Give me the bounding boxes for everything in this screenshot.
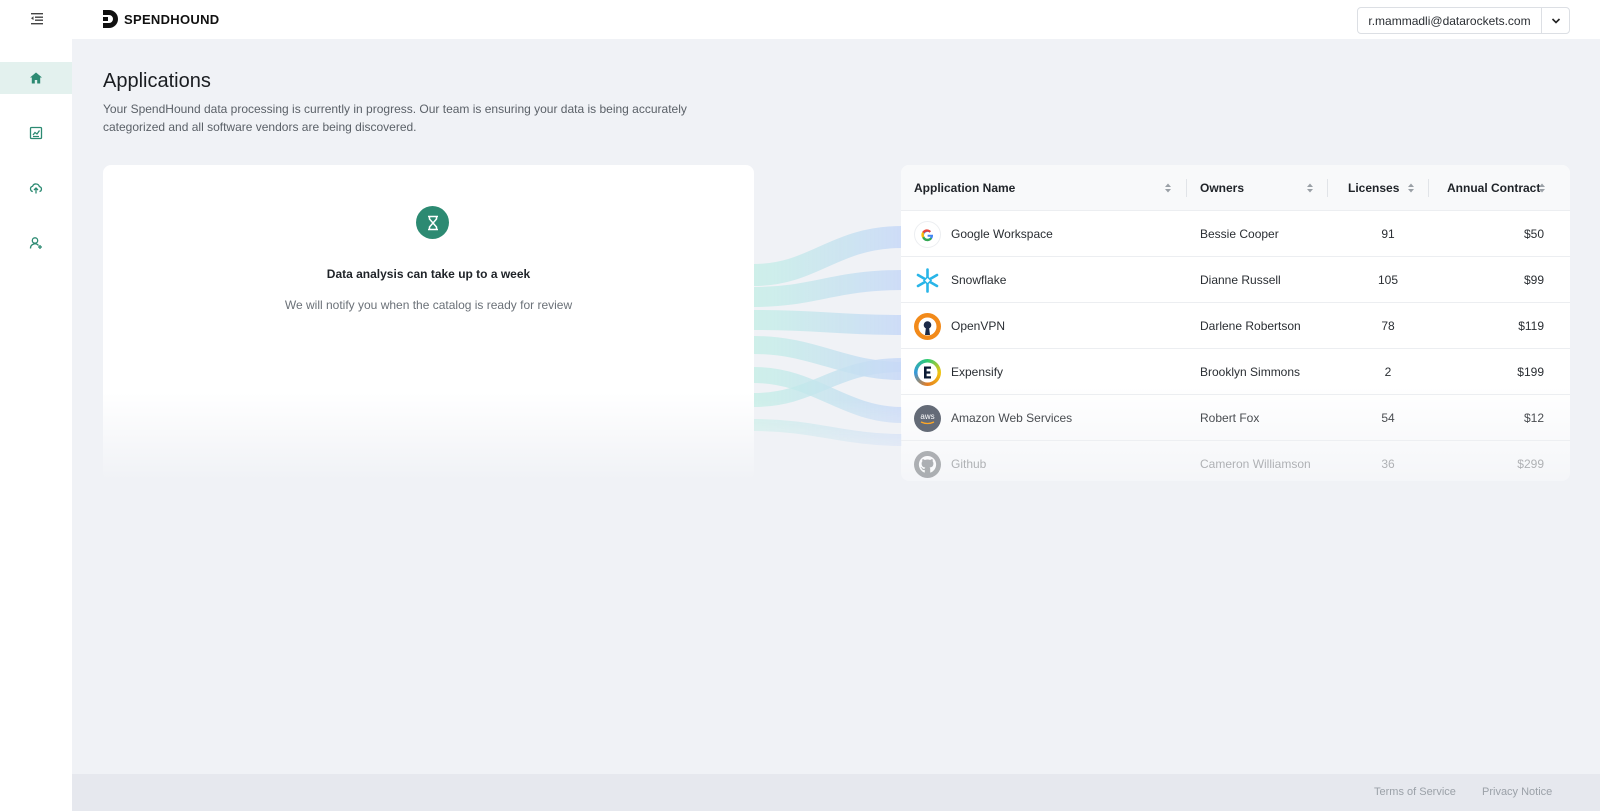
snowflake-logo-icon: [914, 267, 941, 294]
chevron-down-icon[interactable]: [1542, 8, 1569, 33]
page-title: Applications: [103, 70, 211, 92]
data-flow-graphic: [754, 226, 902, 446]
column-header-owners[interactable]: Owners: [1200, 165, 1244, 211]
table-row[interactable]: Google Workspace Bessie Cooper 91 $50: [901, 211, 1570, 257]
github-logo-icon: [914, 451, 941, 478]
owner-name: Dianne Russell: [1200, 273, 1281, 287]
app-name: Amazon Web Services: [951, 411, 1073, 425]
table-row[interactable]: OpenVPN Darlene Robertson 78 $119: [901, 303, 1570, 349]
licenses-count: 2: [1384, 365, 1392, 379]
home-icon: [30, 72, 42, 84]
annual-contract: $50: [1523, 227, 1544, 241]
menu-collapse-icon[interactable]: [28, 10, 46, 26]
status-heading: Data analysis can take up to a week: [326, 267, 531, 281]
terms-of-service-link[interactable]: Terms of Service: [1374, 786, 1456, 798]
licenses-count: 78: [1381, 319, 1395, 333]
licenses-count: 91: [1381, 227, 1395, 241]
sidebar: [0, 39, 72, 811]
top-bar: SPENDHOUND r.mammadli@datarockets.com: [0, 0, 1600, 39]
cloud-upload-icon: [29, 183, 43, 194]
table-header: Application Name Owners Licenses Annual …: [901, 165, 1570, 211]
sidebar-item-spend[interactable]: [0, 117, 72, 149]
column-header-licenses[interactable]: Licenses: [1348, 165, 1399, 211]
table-row[interactable]: Github Cameron Williamson 36 $299: [901, 441, 1570, 481]
sort-icon[interactable]: [1407, 182, 1415, 194]
status-subtext: We will notify you when the catalog is r…: [284, 298, 573, 312]
sort-icon[interactable]: [1538, 182, 1546, 194]
owner-name: Darlene Robertson: [1200, 319, 1301, 333]
owner-name: Bessie Cooper: [1200, 227, 1279, 241]
licenses-count: 36: [1381, 457, 1395, 471]
user-add-icon: [29, 237, 42, 249]
processing-status-card: Data analysis can take up to a week We w…: [103, 165, 754, 481]
column-divider: [1428, 179, 1429, 197]
sort-icon[interactable]: [1306, 182, 1314, 194]
licenses-count: 105: [1377, 273, 1399, 287]
brand-name: SPENDHOUND: [124, 11, 220, 27]
app-name: Expensify: [951, 365, 1004, 379]
aws-logo-icon: aws: [914, 405, 941, 432]
owner-name: Brooklyn Simmons: [1200, 365, 1301, 379]
column-divider: [1327, 179, 1328, 197]
sidebar-item-users[interactable]: [0, 227, 72, 259]
privacy-notice-link[interactable]: Privacy Notice: [1482, 786, 1552, 798]
table-row[interactable]: Expensify Brooklyn Simmons 2 $199: [901, 349, 1570, 395]
app-name: OpenVPN: [951, 319, 1006, 333]
applications-table: Application Name Owners Licenses Annual …: [901, 165, 1570, 481]
licenses-count: 54: [1381, 411, 1395, 425]
spendhound-logo-icon: [103, 10, 118, 28]
google-logo-icon: [914, 221, 941, 248]
column-header-annual-contract[interactable]: Annual Contract: [1447, 165, 1540, 211]
app-name: Google Workspace: [951, 227, 1053, 241]
page-description: Your SpendHound data processing is curre…: [103, 102, 687, 134]
user-email[interactable]: r.mammadli@datarockets.com: [1358, 8, 1542, 33]
sort-icon[interactable]: [1164, 182, 1172, 194]
hourglass-icon: [416, 206, 449, 239]
user-account-menu[interactable]: r.mammadli@datarockets.com: [1357, 7, 1570, 34]
sidebar-item-home[interactable]: [0, 62, 72, 94]
owner-name: Robert Fox: [1200, 411, 1260, 425]
app-name: Github: [951, 457, 987, 471]
expensify-logo-icon: [914, 359, 941, 386]
table-row[interactable]: Snowflake Dianne Russell 105 $99: [901, 257, 1570, 303]
receipt-icon: [29, 126, 43, 140]
column-divider: [1186, 179, 1187, 197]
brand-logo[interactable]: SPENDHOUND: [102, 9, 219, 29]
annual-contract: $199: [1517, 365, 1544, 379]
annual-contract: $99: [1523, 273, 1544, 287]
svg-text:aws: aws: [920, 412, 934, 421]
app-name: Snowflake: [951, 273, 1007, 287]
sidebar-item-upload[interactable]: [0, 172, 72, 204]
table-row[interactable]: aws Amazon Web Services Robert Fox 54 $1…: [901, 395, 1570, 441]
openvpn-logo-icon: [914, 313, 941, 340]
footer: Terms of Service Privacy Notice: [72, 774, 1600, 811]
annual-contract: $299: [1517, 457, 1544, 471]
annual-contract: $12: [1523, 411, 1544, 425]
owner-name: Cameron Williamson: [1200, 457, 1311, 471]
column-header-application-name[interactable]: Application Name: [914, 165, 1015, 211]
annual-contract: $119: [1518, 319, 1544, 333]
